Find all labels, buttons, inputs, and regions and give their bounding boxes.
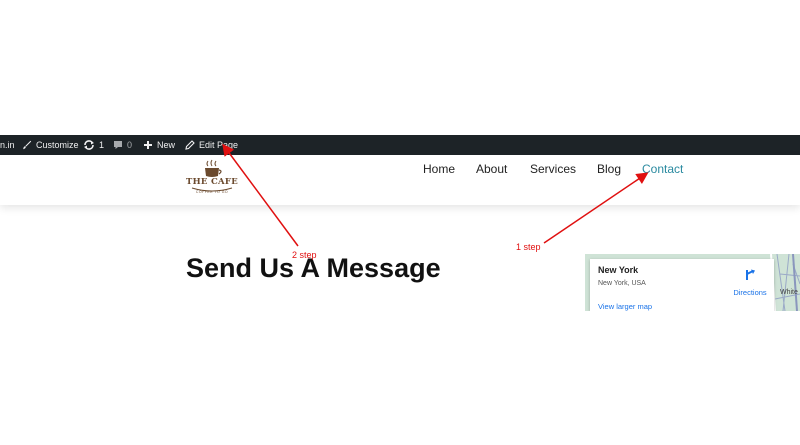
admin-bar: n.in Customize 1 0 New Edit Page	[0, 135, 800, 155]
comment-icon	[114, 141, 122, 149]
updates-count: 1	[99, 140, 105, 150]
nav-item-blog[interactable]: Blog	[597, 162, 621, 178]
map-info-card: New York New York, USA Directions View l…	[590, 259, 774, 311]
directions-label: Directions	[733, 288, 767, 297]
nav-item-services[interactable]: Services	[530, 162, 576, 178]
map-edge-label: White	[780, 289, 798, 296]
map-place-subtitle: New York, USA	[598, 280, 646, 287]
coffee-cup-icon	[205, 159, 222, 177]
map-place-name: New York	[598, 265, 639, 275]
updates-link[interactable]: 1	[83, 135, 104, 155]
comments-count: 0	[127, 140, 133, 150]
site-name-fragment: n.in	[0, 140, 15, 150]
nav-item-contact[interactable]: Contact	[642, 162, 683, 178]
site-header: THE CAFE COFFEE TO GO Home About Service…	[0, 155, 800, 205]
step-1-annotation: 1 step	[516, 242, 541, 252]
customize-link[interactable]: Customize	[22, 135, 79, 155]
logo-tagline: COFFEE TO GO	[195, 190, 229, 194]
new-content-link[interactable]: New	[143, 135, 175, 155]
admin-bar-site-link[interactable]: n.in	[0, 135, 15, 155]
comments-link[interactable]: 0	[113, 135, 132, 155]
new-label: New	[157, 140, 176, 150]
pencil-icon	[185, 140, 195, 150]
directions-icon	[746, 269, 755, 280]
step-2-annotation: 2 step	[292, 250, 317, 260]
edit-page-label: Edit Page	[199, 140, 239, 150]
map-embed[interactable]: New York New York, USA Directions View l…	[585, 254, 800, 311]
edit-page-link[interactable]: Edit Page	[185, 135, 238, 155]
nav-item-home[interactable]: Home	[423, 162, 455, 178]
customize-label: Customize	[36, 140, 79, 150]
annotation-arrows	[222, 143, 649, 247]
brush-icon	[23, 140, 32, 150]
refresh-icon	[84, 140, 94, 150]
directions-button[interactable]: Directions	[730, 268, 770, 297]
site-logo[interactable]: THE CAFE COFFEE TO GO	[184, 159, 240, 203]
nav-item-about[interactable]: About	[476, 162, 507, 178]
view-larger-map-link[interactable]: View larger map	[598, 302, 652, 311]
logo-title: THE CAFE	[185, 177, 239, 187]
plus-icon	[144, 141, 152, 149]
